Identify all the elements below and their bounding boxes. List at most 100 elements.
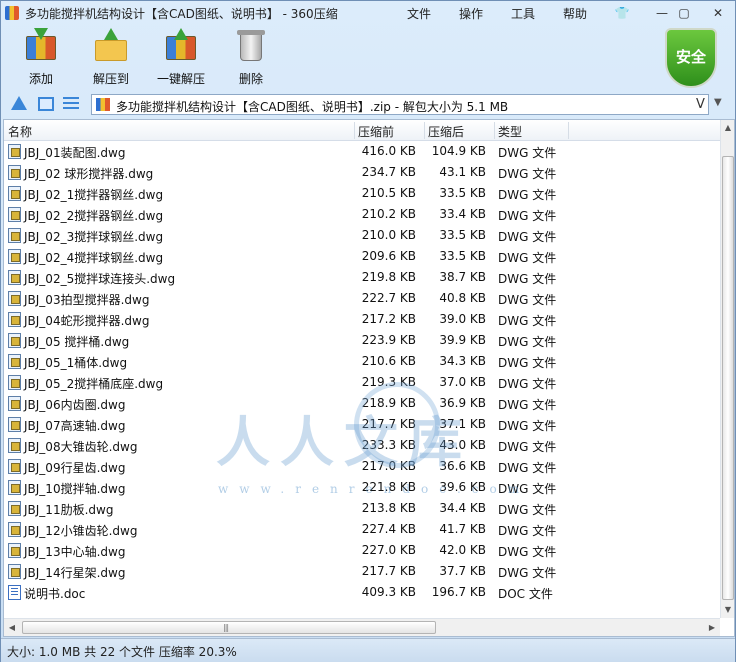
file-name: JBJ_02_2搅拌器钢丝.dwg [24, 209, 164, 223]
address-field[interactable]: 多功能搅拌机结构设计【含CAD图纸、说明书】.zip - 解包大小为 5.1 M… [91, 94, 709, 115]
file-type: DWG 文件 [498, 461, 557, 475]
file-compressed-size: 36.9 KB [439, 396, 486, 410]
delete-button[interactable]: 删除 [229, 28, 273, 87]
status-text: 大小: 1.0 MB 共 22 个文件 压缩率 20.3% [7, 645, 237, 659]
scroll-left-icon[interactable]: ◀ [4, 620, 20, 636]
file-type: DWG 文件 [498, 293, 557, 307]
file-size: 219.8 KB [361, 270, 416, 284]
chevron-down-icon[interactable]: ▼ [714, 97, 722, 108]
file-row[interactable]: JBJ_08大锥齿轮.dwg 233.3 KB 43.0 KB DWG 文件 [4, 435, 720, 456]
file-name: JBJ_14行星架.dwg [24, 566, 126, 580]
dwg-file-icon [8, 291, 21, 306]
file-row[interactable]: JBJ_02 球形搅拌器.dwg 234.7 KB 43.1 KB DWG 文件 [4, 162, 720, 183]
dwg-file-icon [8, 207, 21, 222]
file-size: 227.0 KB [361, 543, 416, 557]
up-arrow-icon[interactable] [11, 96, 27, 110]
file-row[interactable]: JBJ_02_5搅拌球连接头.dwg 219.8 KB 38.7 KB DWG 文件 [4, 267, 720, 288]
column-size[interactable]: 压缩前 [358, 123, 394, 140]
file-row[interactable]: 说明书.doc 409.3 KB 196.7 KB DOC 文件 [4, 582, 720, 603]
file-name: JBJ_03拍型搅拌器.dwg [24, 293, 150, 307]
column-type[interactable]: 类型 [498, 123, 522, 140]
file-name: JBJ_11肋板.dwg [24, 503, 114, 517]
scroll-down-icon[interactable]: ▼ [721, 602, 735, 618]
menu-operate[interactable]: 操作 [459, 5, 483, 22]
file-type: DWG 文件 [498, 482, 557, 496]
file-row[interactable]: JBJ_05_1桶体.dwg 210.6 KB 34.3 KB DWG 文件 [4, 351, 720, 372]
file-name: JBJ_09行星齿.dwg [24, 461, 126, 475]
scroll-up-icon[interactable]: ▲ [721, 120, 735, 136]
scroll-right-icon[interactable]: ▶ [704, 620, 720, 636]
delete-label: 删除 [238, 72, 263, 86]
file-size: 213.8 KB [361, 501, 416, 515]
file-row[interactable]: JBJ_12小锥齿轮.dwg 227.4 KB 41.7 KB DWG 文件 [4, 519, 720, 540]
file-row[interactable]: JBJ_09行星齿.dwg 217.0 KB 36.6 KB DWG 文件 [4, 456, 720, 477]
file-type: DWG 文件 [498, 545, 557, 559]
file-row[interactable]: JBJ_04蛇形搅拌器.dwg 217.2 KB 39.0 KB DWG 文件 [4, 309, 720, 330]
column-compressed[interactable]: 压缩后 [428, 123, 464, 140]
close-button[interactable]: ✕ [707, 4, 729, 22]
address-bar: 多功能搅拌机结构设计【含CAD图纸、说明书】.zip - 解包大小为 5.1 M… [1, 92, 735, 118]
file-row[interactable]: JBJ_10搅拌轴.dwg 221.8 KB 39.6 KB DWG 文件 [4, 477, 720, 498]
maximize-button[interactable]: ▢ [673, 4, 695, 22]
file-name: JBJ_12小锥齿轮.dwg [24, 524, 138, 538]
dwg-file-icon [8, 543, 21, 558]
horizontal-scroll-thumb[interactable]: ||| [22, 621, 436, 634]
file-size: 219.3 KB [361, 375, 416, 389]
file-size: 221.8 KB [361, 480, 416, 494]
app-window: 多功能搅拌机结构设计【含CAD图纸、说明书】 - 360压缩 文件 操作 工具 … [0, 0, 736, 662]
file-size: 210.6 KB [361, 354, 416, 368]
file-row[interactable]: JBJ_01装配图.dwg 416.0 KB 104.9 KB DWG 文件 [4, 141, 720, 162]
thumbnail-view-icon[interactable] [38, 97, 54, 111]
vertical-scrollbar[interactable]: ▲ ▼ [720, 120, 734, 618]
menu-file[interactable]: 文件 [407, 5, 431, 22]
one-click-extract-button[interactable]: 一键解压 [151, 28, 211, 87]
dwg-file-icon [8, 564, 21, 579]
file-row[interactable]: JBJ_14行星架.dwg 217.7 KB 37.7 KB DWG 文件 [4, 561, 720, 582]
file-compressed-size: 33.5 KB [439, 249, 486, 263]
file-row[interactable]: JBJ_02_3搅拌球钢丝.dwg 210.0 KB 33.5 KB DWG 文件 [4, 225, 720, 246]
file-row[interactable]: JBJ_05_2搅拌桶底座.dwg 219.3 KB 37.0 KB DWG 文件 [4, 372, 720, 393]
file-row[interactable]: JBJ_13中心轴.dwg 227.0 KB 42.0 KB DWG 文件 [4, 540, 720, 561]
add-button[interactable]: 添加 [19, 28, 63, 87]
horizontal-scrollbar[interactable]: ◀ ||| ▶ [4, 618, 720, 636]
file-compressed-size: 38.7 KB [439, 270, 486, 284]
file-name: JBJ_02_1搅拌器钢丝.dwg [24, 188, 164, 202]
dwg-file-icon [8, 438, 21, 453]
file-type: DWG 文件 [498, 167, 557, 181]
vertical-scroll-thumb[interactable] [722, 156, 734, 600]
list-view-icon[interactable] [63, 97, 79, 111]
file-size: 217.7 KB [361, 564, 416, 578]
file-size: 218.9 KB [361, 396, 416, 410]
file-row[interactable]: JBJ_02_4搅拌球钢丝.dwg 209.6 KB 33.5 KB DWG 文件 [4, 246, 720, 267]
file-row[interactable]: JBJ_05 搅拌桶.dwg 223.9 KB 39.9 KB DWG 文件 [4, 330, 720, 351]
dwg-file-icon [8, 333, 21, 348]
file-size: 217.2 KB [361, 312, 416, 326]
file-row[interactable]: JBJ_06内齿圈.dwg 218.9 KB 36.9 KB DWG 文件 [4, 393, 720, 414]
file-name: JBJ_05 搅拌桶.dwg [24, 335, 130, 349]
doc-file-icon [8, 585, 21, 600]
file-type: DWG 文件 [498, 209, 557, 223]
file-compressed-size: 42.0 KB [439, 543, 486, 557]
file-type: DOC 文件 [498, 587, 553, 601]
file-row[interactable]: JBJ_07高速轴.dwg 217.7 KB 37.1 KB DWG 文件 [4, 414, 720, 435]
dwg-file-icon [8, 417, 21, 432]
security-shield-icon[interactable]: 安全 [665, 28, 717, 88]
address-v-icon[interactable]: V [696, 97, 705, 112]
dwg-file-icon [8, 501, 21, 516]
minimize-button[interactable]: — [651, 4, 673, 22]
file-row[interactable]: JBJ_03拍型搅拌器.dwg 222.7 KB 40.8 KB DWG 文件 [4, 288, 720, 309]
file-name: JBJ_10搅拌轴.dwg [24, 482, 126, 496]
skin-icon[interactable]: 👕 [611, 4, 633, 22]
dwg-file-icon [8, 480, 21, 495]
file-compressed-size: 33.5 KB [439, 228, 486, 242]
list-header: 名称 压缩前 压缩后 类型 [4, 120, 720, 141]
file-row[interactable]: JBJ_11肋板.dwg 213.8 KB 34.4 KB DWG 文件 [4, 498, 720, 519]
column-name[interactable]: 名称 [8, 123, 32, 140]
menu-help[interactable]: 帮助 [563, 5, 587, 22]
menu-tools[interactable]: 工具 [511, 5, 535, 22]
file-row[interactable]: JBJ_02_1搅拌器钢丝.dwg 210.5 KB 33.5 KB DWG 文件 [4, 183, 720, 204]
file-name: JBJ_05_1桶体.dwg [24, 356, 128, 370]
file-row[interactable]: JBJ_02_2搅拌器钢丝.dwg 210.2 KB 33.4 KB DWG 文件 [4, 204, 720, 225]
file-type: DWG 文件 [498, 356, 557, 370]
extract-to-button[interactable]: 解压到 [85, 28, 137, 87]
